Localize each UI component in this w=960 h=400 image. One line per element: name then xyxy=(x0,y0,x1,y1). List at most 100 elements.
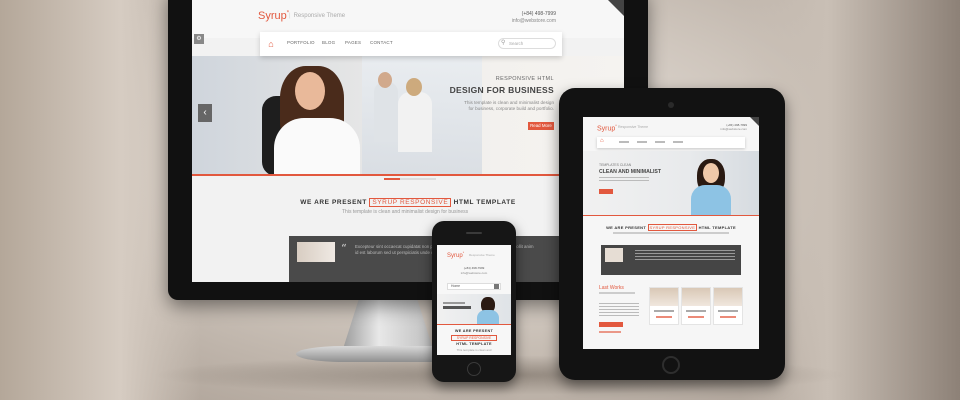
tablet-testimonial xyxy=(601,245,741,275)
portfolio-card[interactable] xyxy=(649,287,679,325)
background-person-body xyxy=(398,92,432,152)
tablet-nav-item[interactable] xyxy=(619,141,629,143)
hero-woman-face xyxy=(295,72,325,110)
latest-works-text xyxy=(599,303,639,317)
search-icon: ⚲ xyxy=(501,40,506,46)
tablet-home-button[interactable] xyxy=(662,356,680,374)
phone-present-highlight: SYRUP RESPONSIVE xyxy=(451,335,497,341)
tablet-present-subtitle xyxy=(613,232,729,234)
tablet-navigation: ⌂ xyxy=(597,137,745,148)
phone-present-line3: HTML TEMPLATE xyxy=(456,342,492,346)
portfolio-card-image xyxy=(682,288,710,306)
search-placeholder: Search xyxy=(509,41,524,46)
portfolio-card-tag xyxy=(656,316,672,318)
slider-dot-active[interactable] xyxy=(384,178,400,180)
phone-site-logo[interactable]: Syrup* xyxy=(447,251,464,259)
latest-works-heading: Last Works xyxy=(599,285,624,291)
tablet-nav-item[interactable] xyxy=(655,141,665,143)
phone-hero-woman-body xyxy=(477,310,499,324)
hero-woman-body xyxy=(274,118,360,174)
phone-hero xyxy=(437,294,511,324)
site-logo[interactable]: Syrup* xyxy=(258,10,289,22)
tablet-header-email[interactable]: info@webstore.com xyxy=(720,127,747,131)
tablet-website-screen: Syrup* Responsive Theme (+84) 498-7999 i… xyxy=(583,117,759,349)
present-suffix: HTML TEMPLATE xyxy=(453,199,516,206)
read-more-button[interactable]: Read More xyxy=(528,122,554,130)
portfolio-card-title xyxy=(718,310,738,312)
portfolio-card-image xyxy=(714,288,742,306)
tablet-nav-item[interactable] xyxy=(637,141,647,143)
background-person-head xyxy=(378,72,392,88)
portfolio-card-title xyxy=(686,310,706,312)
tablet-corner-ribbon[interactable] xyxy=(750,117,759,126)
home-icon[interactable]: ⌂ xyxy=(600,138,604,144)
portfolio-card[interactable] xyxy=(713,287,743,325)
style-switcher-icon[interactable]: ⚙ xyxy=(194,34,204,44)
phone-speaker xyxy=(466,232,482,234)
phone-home-button[interactable] xyxy=(467,362,481,376)
portfolio-card-tag xyxy=(720,316,736,318)
tablet-camera xyxy=(668,102,674,108)
portfolio-card-tag xyxy=(688,316,704,318)
phone-hero-kicker xyxy=(443,302,465,304)
phone-accent-bar xyxy=(437,324,511,325)
phone-website-screen: Syrup* Responsive Theme (+84) 498-7999 i… xyxy=(437,245,511,355)
hero-text: This template is clean and minimalist de… xyxy=(464,100,554,111)
main-navigation: ⌂ PORTFOLIO BLOG PAGES CONTACT ⚲ Search xyxy=(260,32,562,56)
phone-device: Syrup* Responsive Theme (+84) 498-7999 i… xyxy=(432,221,516,382)
present-prefix: WE ARE PRESENT xyxy=(300,199,367,206)
site-tagline: Responsive Theme xyxy=(289,13,346,19)
header-email[interactable]: info@webstore.com xyxy=(512,18,556,24)
home-icon[interactable]: ⌂ xyxy=(264,37,278,51)
latest-works-button[interactable] xyxy=(599,322,623,327)
tablet-device: Syrup* Responsive Theme (+84) 498-7999 i… xyxy=(559,88,785,380)
chevron-left-icon[interactable]: ‹ xyxy=(198,104,212,122)
nav-item-contact[interactable]: CONTACT xyxy=(370,40,393,45)
background-person-head xyxy=(406,78,422,96)
tablet-present-highlight: SYRUP RESPONSIVE xyxy=(647,224,698,231)
chevron-down-icon xyxy=(494,284,499,289)
portfolio-card-image xyxy=(650,288,678,306)
latest-works-subtitle xyxy=(599,292,635,294)
nav-item-pages[interactable]: PAGES xyxy=(345,40,361,45)
present-subtitle: This template is clean and minimalist de… xyxy=(342,209,469,215)
hero-title: DESIGN FOR BUSINESS xyxy=(449,85,554,95)
search-input[interactable]: ⚲ Search xyxy=(498,38,556,49)
phone-nav-select-value: Home xyxy=(451,284,461,288)
tablet-hero-kicker: TEMPLATES CLEAN xyxy=(599,163,632,167)
latest-works-link[interactable] xyxy=(599,331,621,333)
quote-icon: “ xyxy=(341,242,347,255)
hero-kicker: RESPONSIVE HTML xyxy=(495,76,554,82)
phone-present-subtitle: This template is clean and xyxy=(456,348,492,352)
tablet-present-heading: WE ARE PRESENT SYRUP RESPONSIVE HTML TEM… xyxy=(583,224,759,231)
phone-hero-title xyxy=(443,306,471,309)
tablet-hero-woman-face xyxy=(703,163,719,183)
tablet-nav-item[interactable] xyxy=(673,141,683,143)
tablet-testimonial-photo xyxy=(605,248,623,262)
slider-pagination[interactable] xyxy=(384,178,436,180)
tablet-hero-text xyxy=(599,177,649,183)
present-highlight: SYRUP RESPONSIVE xyxy=(369,198,452,207)
tablet-read-more-button[interactable] xyxy=(599,189,613,194)
tablet-hero-title: CLEAN AND MINIMALIST xyxy=(599,169,662,175)
phone-header-phone: (+84) 498-7999 xyxy=(463,266,485,270)
tablet-testimonial-text xyxy=(635,250,735,262)
phone-header-email[interactable]: info@webstore.com xyxy=(437,271,511,275)
testimonial-photo xyxy=(297,242,335,262)
tablet-site-logo[interactable]: Syrup* xyxy=(597,123,617,132)
nav-item-blog[interactable]: BLOG xyxy=(322,40,335,45)
phone-present-line1: WE ARE PRESENT xyxy=(454,329,494,333)
nav-item-portfolio[interactable]: PORTFOLIO xyxy=(287,40,315,45)
tablet-present-prefix: WE ARE PRESENT xyxy=(606,225,647,230)
monitor-stand xyxy=(342,300,434,352)
phone-nav-select[interactable]: Home xyxy=(447,283,501,290)
corner-ribbon[interactable] xyxy=(608,0,624,16)
header-phone: (+84) 498-7999 xyxy=(521,11,556,17)
phone-site-tagline: Responsive Theme xyxy=(469,253,495,257)
portfolio-card-title xyxy=(654,310,674,312)
tablet-hero: TEMPLATES CLEAN CLEAN AND MINIMALIST xyxy=(583,151,759,215)
portfolio-card[interactable] xyxy=(681,287,711,325)
tablet-hero-woman-body xyxy=(691,185,731,215)
tablet-site-tagline: Responsive Theme xyxy=(618,125,649,129)
tablet-present-suffix: HTML TEMPLATE xyxy=(698,225,736,230)
